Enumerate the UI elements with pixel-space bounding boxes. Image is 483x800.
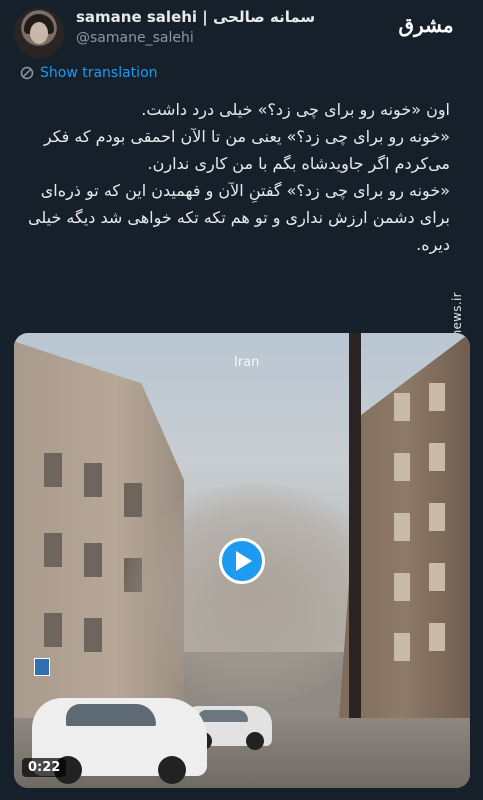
play-icon: [236, 551, 252, 571]
translate-icon: [20, 66, 34, 80]
avatar[interactable]: [14, 8, 64, 58]
display-name[interactable]: samane salehi | سمانه صالحی: [76, 8, 315, 26]
tweet-paragraph: «خونه رو برای چی زد؟» یعنی من تا الآن اح…: [43, 127, 450, 173]
tweet-text: اون «خونه رو برای چی زد؟» خیلی درد داشت.…: [14, 96, 450, 258]
play-button[interactable]: [219, 538, 265, 584]
brand-logo: مشرق: [398, 13, 454, 37]
tweet-paragraph: «خونه رو برای چی زد؟» گفتنِ الآن و فهمید…: [27, 181, 450, 254]
show-translation-button[interactable]: Show translation: [20, 62, 158, 84]
user-handle[interactable]: @samane_salehi: [76, 30, 194, 46]
street-sign: [34, 658, 50, 676]
show-translation-label: Show translation: [40, 65, 158, 81]
video-overlay-label: Iran: [234, 355, 260, 370]
video-duration: 0:22: [22, 758, 67, 777]
tweet-paragraph: اون «خونه رو برای چی زد؟» خیلی درد داشت.: [141, 100, 450, 119]
video-player[interactable]: Iran 0:22: [14, 333, 470, 788]
avatar-face: [30, 22, 48, 44]
